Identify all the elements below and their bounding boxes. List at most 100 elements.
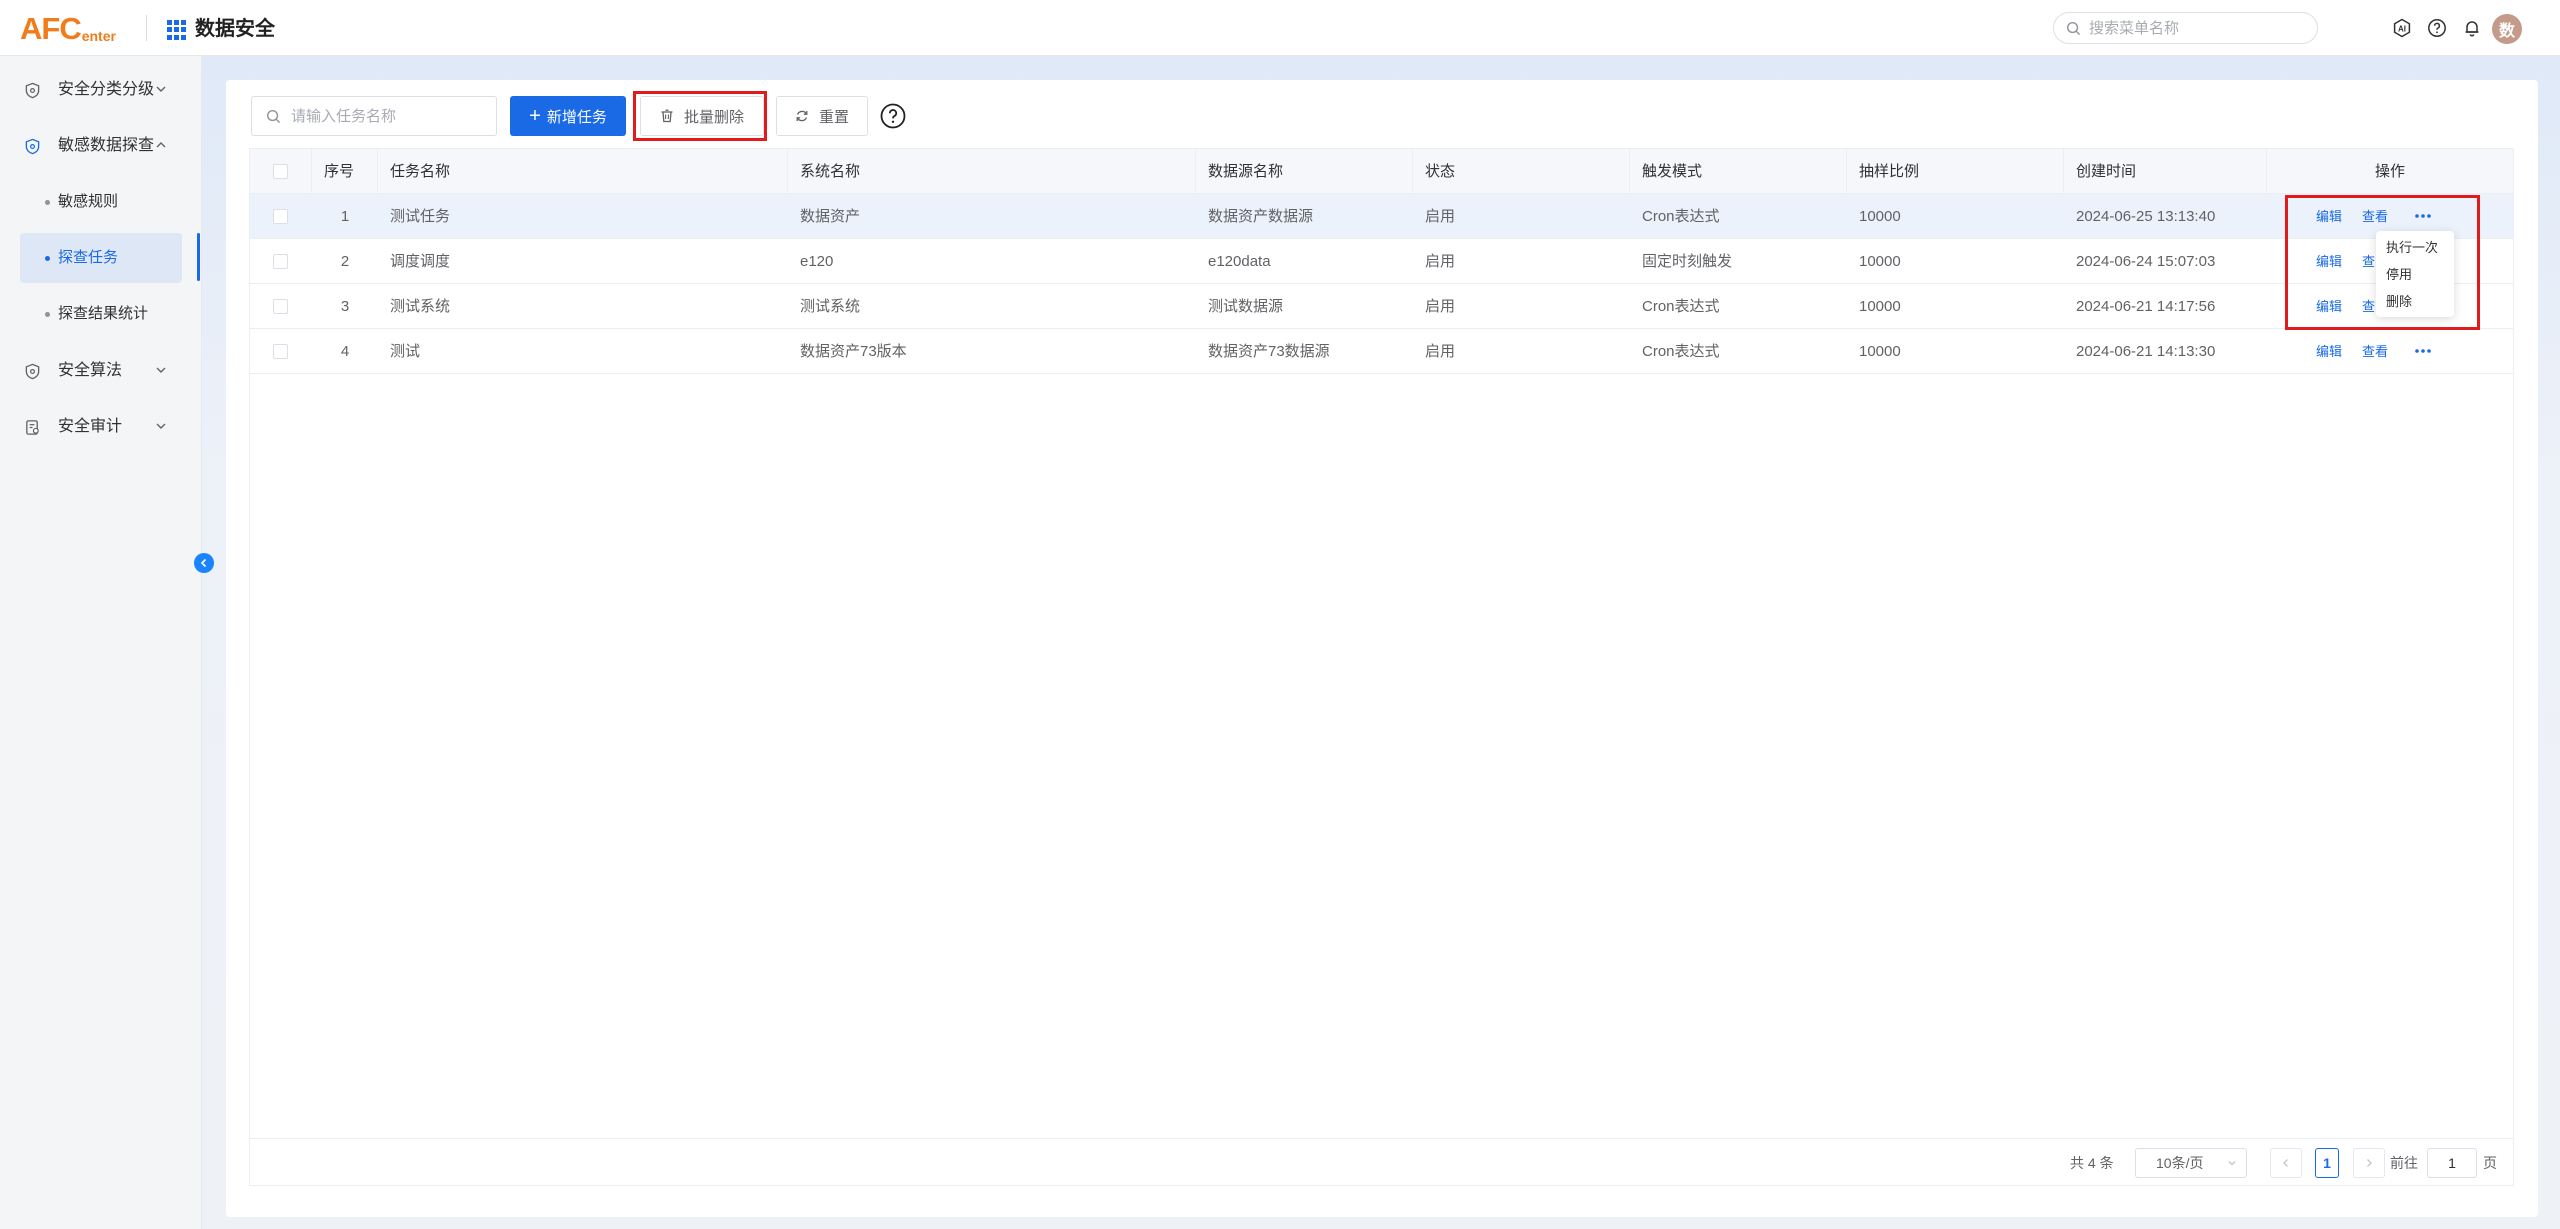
help-circle-icon[interactable]: [880, 103, 906, 129]
sidebar-item-label: 安全审计: [58, 418, 123, 435]
search-icon: [2066, 21, 2081, 35]
menu-search[interactable]: [2053, 12, 2318, 44]
cell-status: 启用: [1425, 208, 1456, 225]
menu-item-delete[interactable]: 删除: [2386, 293, 2412, 311]
cell-index: 3: [340, 298, 350, 315]
sidebar-item-audit[interactable]: 安全审计: [0, 407, 202, 447]
top-icons: AI: [2390, 16, 2495, 40]
cell-status: 启用: [1425, 343, 1456, 360]
cell-ratio: 10000: [1859, 253, 1901, 270]
bullet: [45, 256, 50, 261]
logo[interactable]: AFC enter: [20, 10, 116, 44]
sidebar-subitem-rules[interactable]: 敏感规则: [20, 177, 182, 227]
help-icon[interactable]: [2425, 16, 2449, 40]
table-row[interactable]: 2 调度调度 e120 e120data 启用 固定时刻触发 10000 202…: [250, 239, 2513, 284]
edit-link[interactable]: 编辑: [2316, 239, 2342, 284]
plus-icon: +: [529, 105, 541, 127]
sidebar-item-label: 敏感数据探查: [58, 137, 155, 154]
cell-source-name: 测试数据源: [1208, 298, 1284, 315]
cell-system-name: e120: [800, 253, 834, 270]
cell-source-name: 数据资产73数据源: [1208, 343, 1330, 360]
logo-main: AFC: [20, 11, 82, 46]
prev-page-button[interactable]: [2270, 1148, 2302, 1178]
menu-item-run-once[interactable]: 执行一次: [2386, 239, 2438, 257]
sidebar-item-label: 安全算法: [58, 362, 123, 379]
reset-button[interactable]: 重置: [776, 96, 868, 136]
column-header: 数据源名称: [1196, 149, 1413, 194]
cell-ratio: 10000: [1859, 298, 1901, 315]
menu-search-input[interactable]: [2089, 19, 2309, 37]
column-header: 操作: [2374, 163, 2405, 180]
page-size-select[interactable]: 10条/页: [2135, 1148, 2247, 1178]
collapse-sidebar-button[interactable]: [194, 553, 214, 573]
sidebar-subitem-result-stats[interactable]: 探查结果统计: [20, 289, 182, 339]
chevron-right-icon: [2367, 1159, 2372, 1167]
app-grid-icon[interactable]: [167, 20, 187, 40]
bell-icon[interactable]: [2460, 16, 2484, 40]
row-checkbox[interactable]: [273, 344, 288, 359]
add-task-button[interactable]: + 新增任务: [510, 96, 626, 136]
app-title: 数据安全: [195, 18, 275, 40]
add-task-label: 新增任务: [546, 108, 607, 126]
row-checkbox[interactable]: [273, 209, 288, 224]
search-icon: [266, 109, 281, 123]
sidebar-item-classification[interactable]: 安全分类分级: [0, 70, 202, 110]
chevron-down-icon: [156, 86, 166, 92]
ai-icon[interactable]: AI: [2390, 16, 2414, 40]
avatar[interactable]: 数: [2492, 14, 2522, 44]
sidebar-item-algorithm[interactable]: 安全算法: [0, 351, 202, 391]
cell-index: 2: [340, 253, 350, 270]
goto-page-input[interactable]: 1: [2427, 1148, 2477, 1178]
sidebar-subitem-label: 探查任务: [58, 249, 119, 266]
edit-link[interactable]: 编辑: [2316, 329, 2342, 374]
more-icon[interactable]: [2411, 206, 2435, 226]
task-table: 序号 任务名称 系统名称 数据源名称 状态 触发模式 抽样比例 创建时间 操作 …: [249, 148, 2514, 1186]
table-footer-divider: [250, 1138, 2513, 1139]
cell-status: 启用: [1425, 298, 1456, 315]
header-select-all[interactable]: [250, 149, 312, 194]
cell-trigger: 固定时刻触发: [1642, 253, 1733, 270]
column-header: 序号: [312, 149, 378, 194]
task-search[interactable]: [251, 96, 497, 136]
refresh-icon: [795, 109, 809, 123]
batch-delete-button[interactable]: 批量删除: [640, 96, 764, 136]
table-row[interactable]: 4 测试 数据资产73版本 数据资产73数据源 启用 Cron表达式 10000…: [250, 329, 2513, 374]
chevron-down-icon: [156, 367, 166, 373]
row-checkbox[interactable]: [273, 254, 288, 269]
select-all-checkbox[interactable]: [273, 164, 288, 179]
page-unit-label: 页: [2483, 1155, 2497, 1171]
row-checkbox[interactable]: [273, 299, 288, 314]
cell-created: 2024-06-21 14:13:30: [2076, 343, 2216, 360]
table-row[interactable]: 1 测试任务 数据资产 数据资产数据源 启用 Cron表达式 10000 202…: [250, 194, 2513, 239]
cell-ratio: 10000: [1859, 343, 1901, 360]
sidebar-subitem-label: 敏感规则: [58, 193, 119, 210]
goto-label: 前往: [2390, 1155, 2418, 1171]
view-link[interactable]: 查: [2362, 284, 2375, 329]
next-page-button[interactable]: [2353, 1148, 2385, 1178]
edit-link[interactable]: 编辑: [2316, 194, 2342, 239]
column-header: 触发模式: [1630, 149, 1847, 194]
cell-task-name: 测试: [390, 343, 421, 360]
top-bar: AFC enter 数据安全 AI 数: [0, 0, 2560, 56]
shield-icon: [25, 138, 40, 155]
divider: [146, 15, 147, 41]
shield-icon: [25, 363, 40, 380]
view-link[interactable]: 查: [2362, 239, 2375, 284]
table-row[interactable]: 3 测试系统 测试系统 测试数据源 启用 Cron表达式 10000 2024-…: [250, 284, 2513, 329]
sidebar-subitem-probe-task[interactable]: 探查任务: [20, 233, 182, 283]
shield-icon: [25, 82, 40, 99]
edit-link[interactable]: 编辑: [2316, 284, 2342, 329]
batch-delete-label: 批量删除: [683, 108, 744, 126]
more-icon[interactable]: [2411, 341, 2435, 361]
bullet: [45, 200, 50, 205]
view-link[interactable]: 查看: [2362, 329, 2388, 374]
sidebar-item-sensitive-probe[interactable]: 敏感数据探查: [0, 126, 202, 166]
reset-label: 重置: [818, 108, 849, 126]
column-header: 抽样比例: [1847, 149, 2064, 194]
menu-item-disable[interactable]: 停用: [2386, 266, 2412, 284]
svg-text:AI: AI: [2398, 25, 2406, 34]
bullet: [45, 312, 50, 317]
page-number-current[interactable]: 1: [2315, 1148, 2339, 1178]
chevron-down-icon: [2228, 1161, 2236, 1166]
task-search-input[interactable]: [291, 107, 481, 125]
